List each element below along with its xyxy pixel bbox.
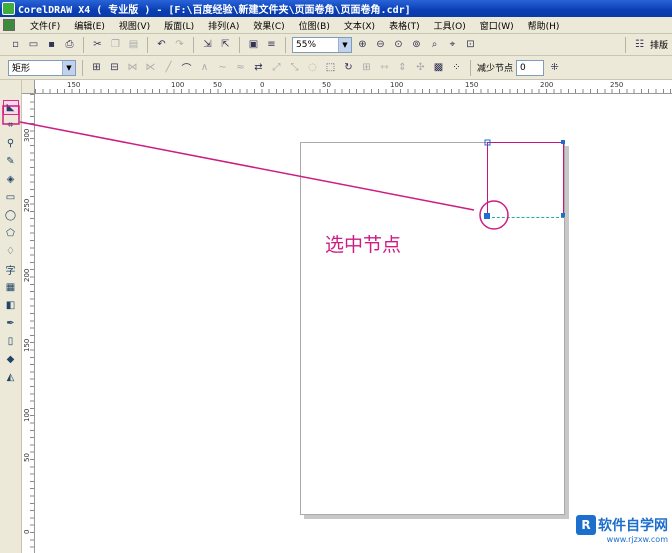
selected-node-handle[interactable] [484, 213, 490, 219]
watermark-url: www.rjzxw.com [606, 535, 668, 544]
callout-overlay [2, 105, 565, 230]
tool-highlight-box [2, 105, 20, 125]
node-handle[interactable] [561, 213, 565, 217]
callout-line [19, 121, 475, 211]
watermark-name: 软件自学网 [598, 518, 668, 534]
node-handle[interactable] [561, 140, 565, 144]
watermark-logo-icon: R [576, 515, 596, 535]
node-handle[interactable] [484, 139, 491, 146]
watermark: R 软件自学网 www.rjzxw.com [548, 515, 668, 551]
